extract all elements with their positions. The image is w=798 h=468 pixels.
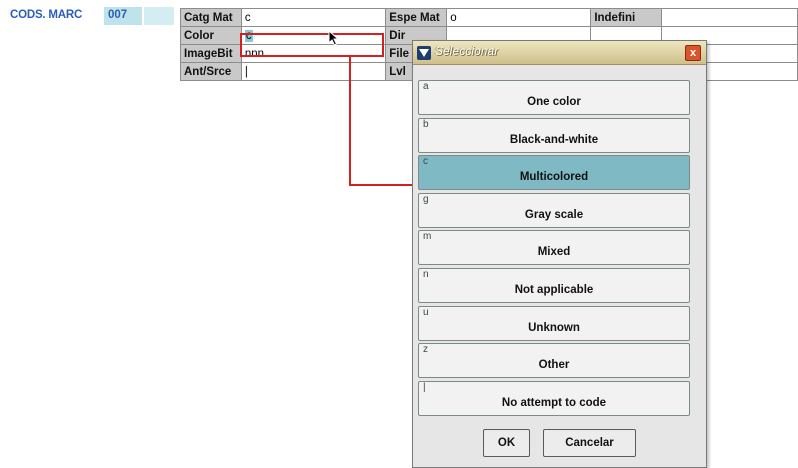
callout-connector-horizontal bbox=[349, 184, 419, 186]
option-one-color[interactable]: a One color bbox=[418, 80, 690, 115]
option-code: n bbox=[423, 269, 429, 280]
dialog-titlebar[interactable]: Seleccionar x bbox=[413, 41, 706, 65]
dialog-title: Seleccionar bbox=[435, 46, 499, 58]
marc-codes-label: CODS. MARC bbox=[10, 9, 83, 21]
option-code: a bbox=[423, 81, 429, 92]
close-icon: x bbox=[689, 47, 697, 59]
field-label-catg-mat: Catg Mat bbox=[180, 8, 242, 27]
option-label: Gray scale bbox=[524, 209, 584, 221]
ok-button[interactable]: OK bbox=[483, 429, 530, 457]
cancel-button[interactable]: Cancelar bbox=[543, 429, 636, 457]
option-label: Multicolored bbox=[519, 171, 589, 183]
field-label-espe-mat: Espe Mat bbox=[385, 8, 448, 27]
option-gray-scale[interactable]: g Gray scale bbox=[418, 193, 690, 228]
field-label-color: Color bbox=[180, 26, 242, 45]
option-black-and-white[interactable]: b Black-and-white bbox=[418, 118, 690, 153]
option-no-attempt-to-code[interactable]: | No attempt to code bbox=[418, 381, 690, 416]
option-code: c bbox=[423, 156, 428, 167]
option-code: b bbox=[423, 119, 429, 130]
marc-tag-extra-field[interactable] bbox=[144, 7, 174, 25]
field-value-espe-mat[interactable]: o bbox=[446, 8, 592, 27]
option-code: m bbox=[423, 231, 432, 242]
option-label: Not applicable bbox=[514, 284, 594, 296]
field-value-catg-mat[interactable]: c bbox=[240, 8, 387, 27]
close-button[interactable]: x bbox=[685, 45, 701, 61]
option-label: No attempt to code bbox=[501, 397, 607, 409]
field-label-indefini: Indefini bbox=[590, 8, 662, 27]
select-dialog: Seleccionar x a One color b Black-and-white… bbox=[412, 40, 707, 468]
callout-connector-vertical bbox=[349, 55, 351, 186]
option-code: u bbox=[423, 307, 429, 318]
grid-row: Catg Mat c Espe Mat o Indefini bbox=[180, 8, 798, 27]
field-label-imagebit: ImageBit bbox=[180, 44, 242, 63]
option-label: Unknown bbox=[528, 322, 580, 334]
option-code: z bbox=[423, 344, 428, 355]
option-unknown[interactable]: u Unknown bbox=[418, 306, 690, 341]
mouse-pointer-icon bbox=[328, 29, 340, 51]
field-value-indefini[interactable] bbox=[660, 8, 798, 27]
option-label: One color bbox=[527, 96, 581, 108]
color-field-highlight bbox=[240, 33, 384, 57]
option-mixed[interactable]: m Mixed bbox=[418, 230, 690, 265]
option-code: g bbox=[423, 194, 429, 205]
option-not-applicable[interactable]: n Not applicable bbox=[418, 268, 690, 303]
field-value-ant-srce[interactable]: | bbox=[240, 62, 387, 81]
option-label: Black-and-white bbox=[509, 134, 599, 146]
field-label-ant-srce: Ant/Srce bbox=[180, 62, 242, 81]
app-icon bbox=[417, 46, 431, 60]
marc-tag-field[interactable]: 007 bbox=[104, 7, 142, 25]
option-code: | bbox=[423, 382, 426, 393]
option-label: Mixed bbox=[537, 246, 571, 258]
option-multicolored[interactable]: c Multicolored bbox=[418, 155, 690, 190]
option-other[interactable]: z Other bbox=[418, 343, 690, 378]
option-label: Other bbox=[538, 359, 570, 371]
